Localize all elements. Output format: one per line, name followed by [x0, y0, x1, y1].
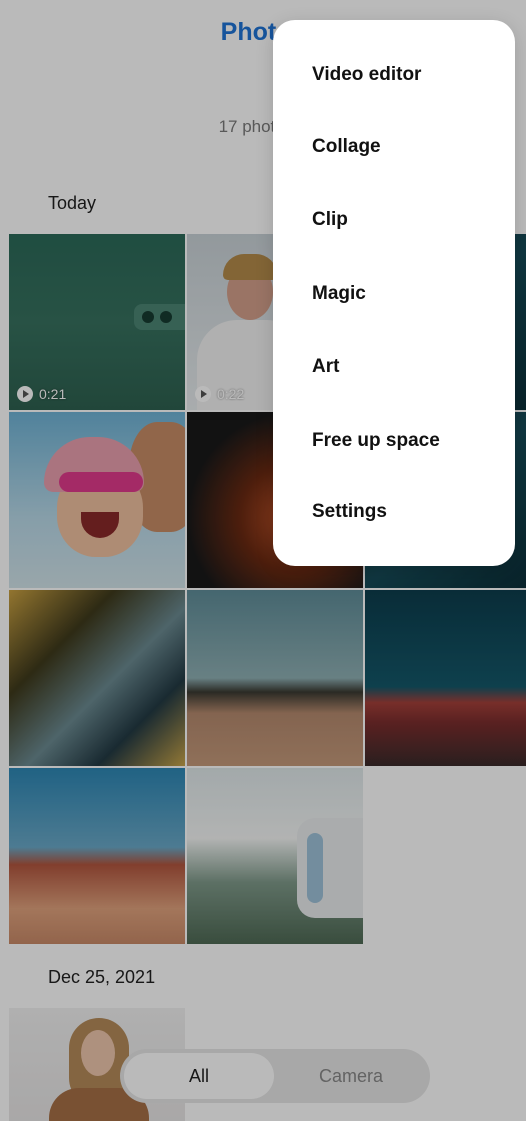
- photos-screen: Photos 17 photos a Today 0:21 0:22 Dec 2…: [0, 0, 526, 1121]
- overflow-menu: Video editor Collage Clip Magic Art Free…: [273, 20, 515, 566]
- menu-item-magic[interactable]: Magic: [312, 283, 366, 305]
- menu-item-collage[interactable]: Collage: [312, 136, 381, 158]
- menu-item-free-up-space[interactable]: Free up space: [312, 430, 440, 452]
- menu-item-clip[interactable]: Clip: [312, 209, 348, 231]
- menu-item-art[interactable]: Art: [312, 356, 339, 378]
- menu-item-settings[interactable]: Settings: [312, 501, 387, 523]
- menu-item-video-editor[interactable]: Video editor: [312, 64, 421, 86]
